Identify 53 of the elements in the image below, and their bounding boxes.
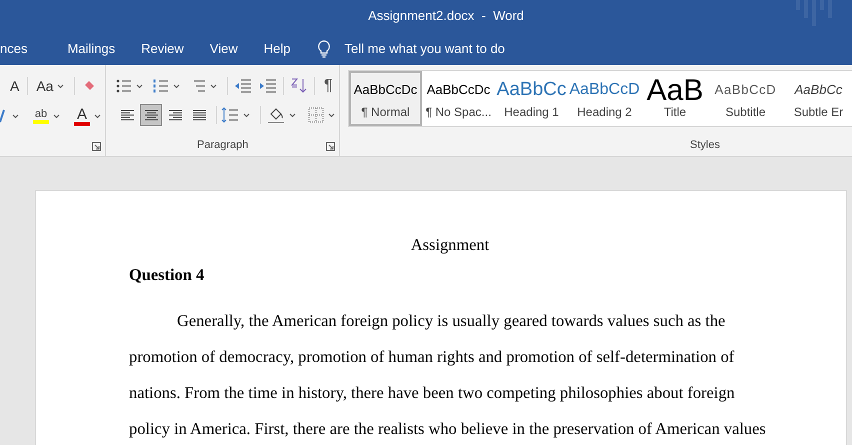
group-label: Styles <box>690 138 720 152</box>
show-marks-button[interactable]: ¶ <box>321 74 336 98</box>
align-right-icon <box>168 109 182 121</box>
align-button[interactable] <box>140 104 162 126</box>
dropdown-caret-icon[interactable] <box>243 112 250 118</box>
dropdown-caret-icon[interactable] <box>136 84 143 88</box>
style-item[interactable]: AaBbCc Subtle Er <box>782 71 852 126</box>
font-color-bar <box>74 122 90 126</box>
ribbon-tab[interactable]: Help <box>250 32 304 65</box>
increase-indent-icon[interactable] <box>259 79 277 93</box>
ribbon-tab[interactable]: Mailings <box>54 32 128 65</box>
dropdown-caret-icon[interactable] <box>289 112 296 118</box>
align-center-icon <box>144 109 158 121</box>
borders-icon[interactable] <box>308 107 324 123</box>
style-item[interactable]: AaBbCc Heading 1 <box>495 71 568 126</box>
body-paragraph: Generally, the American foreign policy is usually geared towards values such as the promotion of democracy, promotion of human rights and promotion of self-determination of nations. From the time in history, there have been two competing philosophies about foreign policy in America. First, there are the realists who believe in the preservation of American values <box>129 310 767 440</box>
dropdown-caret-icon[interactable] <box>12 114 19 118</box>
style-item[interactable]: AaBbCcD Heading 2 <box>568 71 641 126</box>
style-item[interactable]: AaBbCcD Subtitle <box>709 71 782 126</box>
sort-icon[interactable] <box>290 77 308 95</box>
dropdown-caret-icon[interactable] <box>210 84 217 88</box>
ribbon-tab[interactable]: Review <box>128 32 197 65</box>
dialog-launcher-icon[interactable] <box>326 142 335 151</box>
grow-font-button[interactable]: A <box>10 76 20 96</box>
dialog-launcher-icon[interactable] <box>92 142 101 151</box>
dropdown-caret-icon[interactable] <box>53 114 60 118</box>
ribbon-tab[interactable]: View <box>196 32 251 65</box>
bullet-list-icon[interactable] <box>116 79 132 93</box>
decrease-indent-icon[interactable] <box>234 79 252 93</box>
document-heading: Question 4 <box>129 265 206 285</box>
style-item[interactable]: AaBbCcDc ¶ Normal <box>349 71 422 126</box>
document-title: Assignment <box>410 235 490 255</box>
dropdown-caret-icon[interactable] <box>94 114 101 118</box>
text-effects-icon[interactable] <box>0 108 8 124</box>
ribbon-tab[interactable]: nces <box>0 32 54 65</box>
highlight-button[interactable]: ab <box>34 108 48 120</box>
lightbulb-icon <box>317 40 332 58</box>
style-item[interactable]: AaBbCcDc ¶ No Spac... <box>422 71 495 126</box>
align-justify-icon <box>192 109 206 121</box>
shading-bucket-icon[interactable] <box>267 106 285 124</box>
dropdown-caret-icon[interactable] <box>328 112 335 118</box>
change-case-button[interactable]: Aa <box>36 76 54 96</box>
window-title: Assignment2.docx - Word <box>368 7 524 26</box>
tell-me-search[interactable]: Tell me what you want to do <box>344 38 505 58</box>
dropdown-caret-icon[interactable] <box>57 84 64 88</box>
font-color-button[interactable]: A <box>76 106 87 122</box>
dropdown-caret-icon[interactable] <box>173 84 180 88</box>
group-label: Paragraph <box>197 138 248 152</box>
line-spacing-icon[interactable] <box>221 107 239 123</box>
numbered-list-icon[interactable] <box>153 79 169 93</box>
highlight-color-bar <box>33 120 49 124</box>
style-item[interactable]: AaB Title <box>641 71 709 126</box>
align-left-icon <box>120 109 134 121</box>
